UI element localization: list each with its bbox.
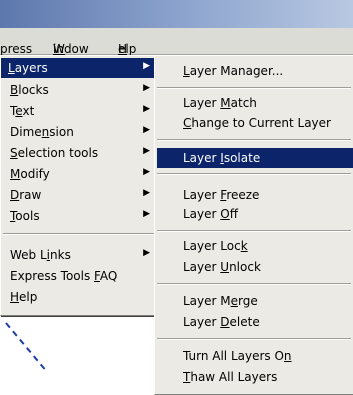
submenu-arrow-icon: ▶ (143, 83, 150, 93)
menu-item-thaw-all-layers[interactable]: Thaw All Layers (157, 367, 351, 387)
menu-item-selection-tools[interactable]: Selection tools ▶ (3, 143, 155, 163)
menu-separator (157, 338, 351, 340)
menu-item-layer-off[interactable]: Layer Off (157, 204, 351, 224)
menu-item-draw[interactable]: Draw ▶ (3, 185, 155, 205)
menu-item-layer-unlock[interactable]: Layer Unlock (157, 257, 351, 277)
menu-separator (3, 233, 155, 235)
menu-item-express-tools-faq[interactable]: Express Tools FAQ (3, 266, 155, 286)
menu-separator (157, 283, 351, 285)
menu-item-change-to-current-layer[interactable]: Change to Current Layer (157, 113, 351, 133)
submenu-arrow-icon: ▶ (143, 61, 150, 71)
menu-separator (157, 139, 351, 141)
menu-separator (157, 87, 351, 89)
menu-item-layer-delete[interactable]: Layer Delete (157, 312, 351, 332)
submenu-arrow-icon: ▶ (143, 104, 150, 114)
menu-item-layer-freeze[interactable]: Layer Freeze (157, 185, 351, 205)
menu-separator (157, 173, 351, 175)
menu-item-layer-match[interactable]: Layer Match (157, 93, 351, 113)
express-menu: Layers ▶ Blocks ▶ Text ▶ Dimension ▶ Sel… (0, 55, 158, 316)
menu-item-layers[interactable]: Layers ▶ (1, 58, 155, 78)
menu-item-turn-all-layers-on[interactable]: Turn All Layers On (157, 346, 351, 366)
menu-item-blocks[interactable]: Blocks ▶ (3, 80, 155, 100)
menu-item-text[interactable]: Text ▶ (3, 101, 155, 121)
title-bar (0, 0, 353, 28)
menu-item-dimension[interactable]: Dimension ▶ (3, 122, 155, 142)
submenu-arrow-icon: ▶ (143, 125, 150, 135)
menu-item-layer-manager[interactable]: Layer Manager... (157, 61, 351, 81)
submenu-arrow-icon: ▶ (143, 188, 150, 198)
menu-item-layer-lock[interactable]: Layer Lock (157, 236, 351, 256)
menu-item-tools[interactable]: Tools ▶ (3, 206, 155, 226)
submenu-arrow-icon: ▶ (143, 209, 150, 219)
menu-item-layer-merge[interactable]: Layer Merge (157, 291, 351, 311)
menu-separator (157, 230, 351, 232)
menu-item-modify[interactable]: Modify ▶ (3, 164, 155, 184)
menu-item-web-links[interactable]: Web Links ▶ (3, 245, 155, 265)
submenu-arrow-icon: ▶ (143, 248, 150, 258)
submenu-arrow-icon: ▶ (143, 167, 150, 177)
menu-item-help[interactable]: Help (3, 287, 155, 307)
menu-item-layer-isolate[interactable]: Layer Isolate (157, 148, 353, 168)
menu-bar: press Window Help (0, 28, 353, 56)
layers-submenu: Layer Manager... Layer Match Change to C… (154, 55, 353, 395)
submenu-arrow-icon: ▶ (143, 146, 150, 156)
